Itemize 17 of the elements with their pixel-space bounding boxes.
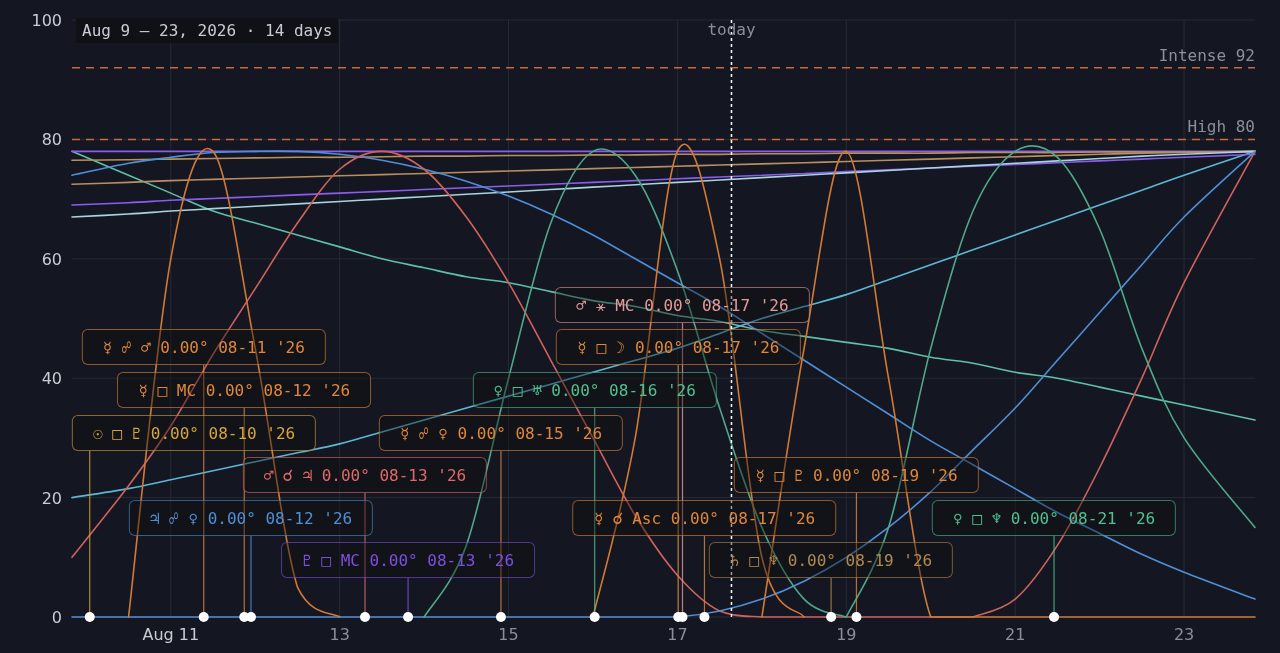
y-axis-label: 0 xyxy=(51,608,62,627)
date-range-title: Aug 9 – 23, 2026 · 14 days xyxy=(76,18,339,43)
y-axis-label: 40 xyxy=(41,369,62,389)
x-axis-label: Aug 11 xyxy=(142,625,200,644)
threshold-label: Intense 92 xyxy=(1158,45,1255,65)
y-axis-label: 80 xyxy=(41,130,62,150)
x-axis-label: 17 xyxy=(667,625,688,644)
y-axis-label: 60 xyxy=(41,249,62,269)
x-axis-label: 15 xyxy=(498,625,519,644)
y-axis-label: 20 xyxy=(41,488,62,508)
today-label: today xyxy=(707,20,756,39)
threshold-label: High 80 xyxy=(1187,117,1255,137)
x-axis-label: 13 xyxy=(329,625,350,644)
x-axis-label: 19 xyxy=(836,625,857,644)
x-axis-label: 23 xyxy=(1173,625,1195,644)
y-axis-label: 100 xyxy=(31,11,62,30)
x-axis-label: 21 xyxy=(1005,625,1026,644)
